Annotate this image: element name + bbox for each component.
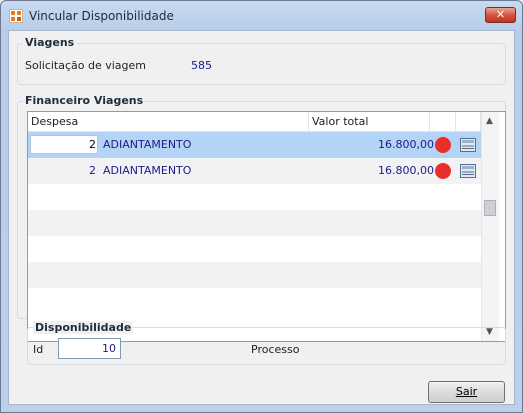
window-title: Vincular Disponibilidade xyxy=(29,9,174,23)
id-label: Id xyxy=(33,343,44,356)
table-row[interactable]: 2 ADIANTAMENTO 16.800,00 xyxy=(28,132,481,158)
sair-button[interactable]: Sair xyxy=(428,381,505,403)
processo-label: Processo xyxy=(251,343,300,356)
row-descricao: ADIANTAMENTO xyxy=(103,138,192,151)
empty-row xyxy=(28,184,481,210)
row-id: 2 xyxy=(89,138,96,151)
close-button[interactable]: ✕ xyxy=(485,7,516,23)
solicitacao-label: Solicitação de viagem xyxy=(25,59,147,72)
empty-row xyxy=(28,288,481,314)
app-logo-icon xyxy=(9,9,23,23)
column-header-valor-total[interactable]: Valor total xyxy=(309,112,430,131)
table-row[interactable]: 2 ADIANTAMENTO 16.800,00 xyxy=(28,158,481,184)
disponibilidade-group-title: Disponibilidade xyxy=(33,321,134,334)
empty-row xyxy=(28,210,481,236)
vertical-scrollbar[interactable]: ▲ ▼ xyxy=(481,112,499,341)
solicitacao-value: 585 xyxy=(191,59,212,72)
column-header-status[interactable] xyxy=(430,112,456,131)
scroll-thumb[interactable] xyxy=(484,200,496,216)
red-status-dot-icon[interactable] xyxy=(435,163,451,179)
red-status-dot-icon[interactable] xyxy=(435,137,451,153)
title-bar[interactable]: Vincular Disponibilidade ✕ xyxy=(1,1,522,31)
financeiro-group-title: Financeiro Viagens xyxy=(23,94,146,107)
document-icon[interactable] xyxy=(460,138,476,152)
sair-label: Sair xyxy=(455,385,478,398)
row-id-edit[interactable]: 2 xyxy=(30,135,98,154)
row-valor: 16.800,00 xyxy=(378,138,434,151)
viagens-group-title: Viagens xyxy=(23,36,77,49)
scroll-up-icon[interactable]: ▲ xyxy=(486,116,493,126)
dialog-window: Vincular Disponibilidade ✕ Viagens Solic… xyxy=(0,0,523,413)
financeiro-grid[interactable]: Despesa Valor total 2 ADIANTAMENTO 16.80… xyxy=(27,111,506,342)
empty-row xyxy=(28,236,481,262)
row-id: 2 xyxy=(89,164,96,177)
dialog-body: Viagens Solicitação de viagem 585 Financ… xyxy=(8,30,515,405)
column-header-despesa[interactable]: Despesa xyxy=(28,112,309,131)
row-valor: 16.800,00 xyxy=(378,164,434,177)
grid-header: Despesa Valor total xyxy=(28,112,481,132)
empty-row xyxy=(28,262,481,288)
document-icon[interactable] xyxy=(460,164,476,178)
id-input[interactable]: 10 xyxy=(58,338,121,359)
row-descricao: ADIANTAMENTO xyxy=(103,164,192,177)
column-header-documento[interactable] xyxy=(456,112,481,131)
